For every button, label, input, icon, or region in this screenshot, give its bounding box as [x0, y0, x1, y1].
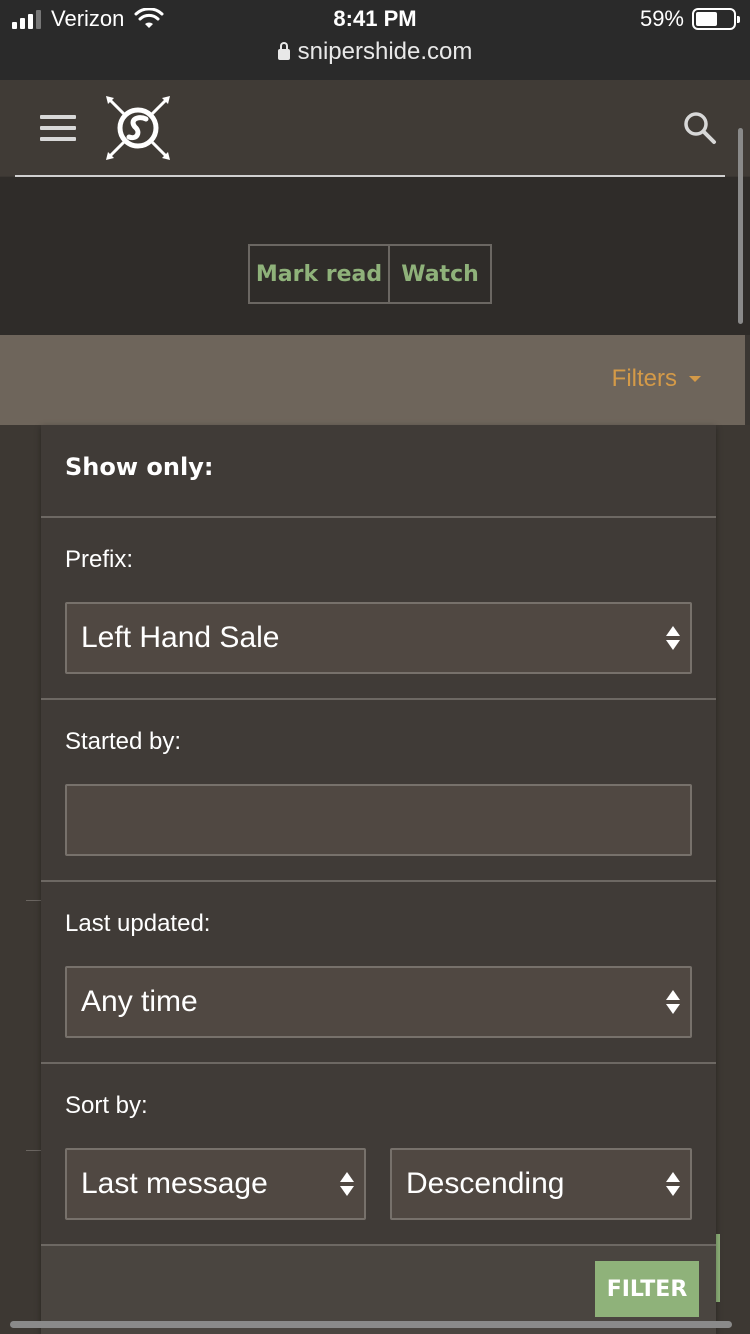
started-by-input[interactable]	[65, 784, 692, 856]
sort-direction-select[interactable]: Descending	[390, 1148, 692, 1220]
search-icon[interactable]	[682, 110, 718, 146]
select-arrows-icon	[666, 990, 680, 1014]
last-updated-select[interactable]: Any time	[65, 966, 692, 1038]
filter-bar: Filters	[0, 335, 745, 425]
select-arrows-icon	[340, 1172, 354, 1196]
divider	[41, 698, 716, 700]
sort-direction-value: Descending	[406, 1167, 565, 1200]
list-divider	[26, 1150, 42, 1151]
address-bar[interactable]: snipershide.com	[0, 38, 750, 66]
prefix-select[interactable]: Left Hand Sale	[65, 602, 692, 674]
action-button-group: Mark read Watch	[248, 244, 492, 304]
watch-button[interactable]: Watch	[390, 246, 490, 302]
clock: 8:41 PM	[333, 6, 417, 31]
filter-menu-title: Show only:	[65, 453, 214, 481]
hamburger-icon[interactable]	[40, 115, 76, 141]
started-by-label: Started by:	[65, 728, 182, 755]
filters-label: Filters	[611, 365, 677, 392]
filter-submit-button[interactable]: FILTER	[595, 1261, 699, 1317]
sort-field-value: Last message	[81, 1167, 268, 1200]
list-divider	[26, 900, 42, 901]
url-text: snipershide.com	[297, 38, 473, 65]
select-arrows-icon	[666, 1172, 680, 1196]
prefix-label: Prefix:	[65, 546, 134, 573]
status-bar: Verizon 8:41 PM 59% snipershide.com	[0, 0, 750, 80]
mark-read-button[interactable]: Mark read	[250, 246, 390, 302]
prefix-value: Left Hand Sale	[81, 621, 280, 654]
filter-menu: Show only: Prefix: Left Hand Sale Starte…	[41, 425, 716, 1334]
select-arrows-icon	[666, 626, 680, 650]
filters-toggle[interactable]: Filters	[612, 365, 701, 393]
sort-by-label: Sort by:	[65, 1092, 148, 1119]
divider	[41, 880, 716, 882]
caret-down-icon	[689, 376, 701, 382]
battery-percent: 59%	[639, 6, 684, 31]
status-right: 59%	[639, 6, 740, 32]
lock-icon	[277, 42, 290, 60]
battery-icon	[692, 8, 740, 30]
last-updated-value: Any time	[81, 985, 198, 1018]
horizontal-scrollbar[interactable]	[10, 1321, 732, 1328]
site-header	[0, 80, 750, 176]
divider	[41, 1062, 716, 1064]
divider	[41, 516, 716, 518]
last-updated-label: Last updated:	[65, 910, 211, 937]
sort-field-select[interactable]: Last message	[65, 1148, 366, 1220]
snipers-hide-logo[interactable]	[104, 94, 172, 162]
vertical-scrollbar[interactable]	[738, 128, 743, 324]
